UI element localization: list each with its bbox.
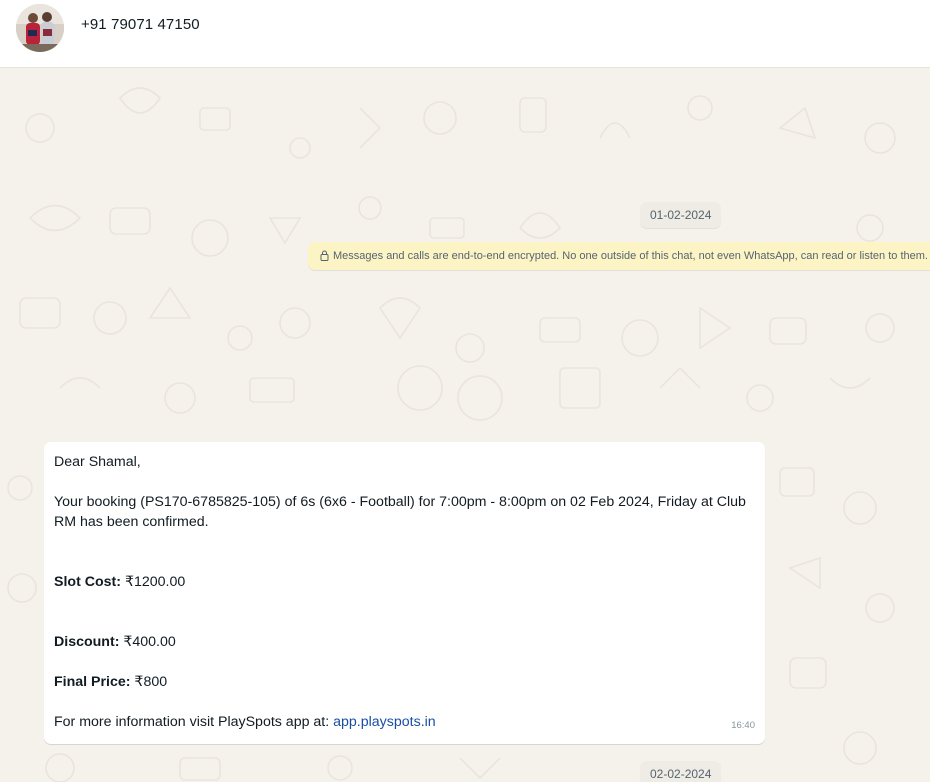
chat-area: 01-02-2024 Messages and calls are end-to… bbox=[0, 68, 930, 782]
contact-name[interactable]: +91 79071 47150 bbox=[81, 16, 200, 33]
message-discount: Discount: ₹400.00 bbox=[54, 632, 755, 652]
slot-cost-label: Slot Cost: bbox=[54, 574, 121, 590]
message-bubble[interactable]: Dear Shamal, Your booking (PS170-6785825… bbox=[44, 442, 765, 744]
avatar[interactable] bbox=[16, 4, 64, 52]
more-info-text: For more information visit PlaySpots app… bbox=[54, 714, 334, 730]
date-chip: 02-02-2024 bbox=[640, 761, 722, 782]
message-booking-text: Your booking (PS170-6785825-105) of 6s (… bbox=[54, 494, 746, 530]
discount-label: Discount: bbox=[54, 634, 120, 650]
final-price-label: Final Price: bbox=[54, 674, 131, 690]
avatar-photo-icon bbox=[16, 4, 64, 52]
chat-header: +91 79071 47150 bbox=[0, 0, 930, 68]
date-chip: 01-02-2024 bbox=[640, 202, 722, 228]
message-time: 16:40 bbox=[731, 720, 755, 731]
message-final-price: Final Price: ₹800 bbox=[54, 672, 755, 692]
final-price-value: ₹800 bbox=[130, 674, 168, 690]
message-more-info: For more information visit PlaySpots app… bbox=[54, 712, 755, 732]
message-greeting: Dear Shamal, bbox=[54, 454, 141, 470]
lock-icon bbox=[320, 244, 329, 272]
message-slot-cost: Slot Cost: ₹1200.00 bbox=[54, 572, 755, 592]
discount-value: ₹400.00 bbox=[119, 634, 176, 650]
slot-cost-value: ₹1200.00 bbox=[121, 574, 186, 590]
encryption-notice[interactable]: Messages and calls are end-to-end encryp… bbox=[308, 242, 930, 270]
encryption-notice-text: Messages and calls are end-to-end encryp… bbox=[333, 250, 928, 262]
playspots-link[interactable]: app.playspots.in bbox=[333, 714, 436, 730]
